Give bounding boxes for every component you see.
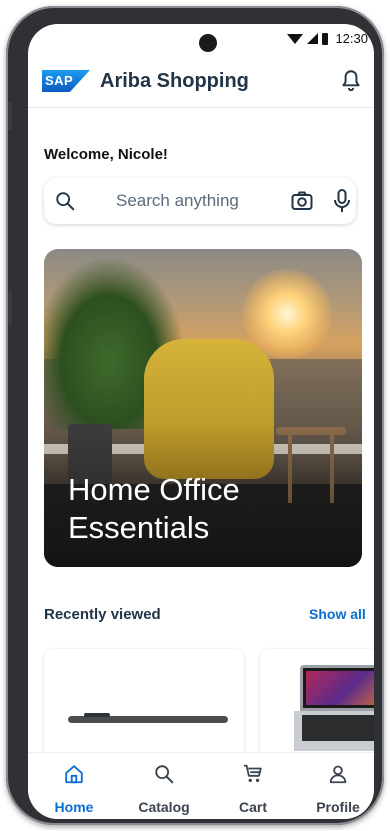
laptop-image	[300, 665, 374, 711]
recently-viewed-label: Recently viewed	[44, 606, 161, 623]
hero-title: Home Office Essentials	[68, 472, 240, 545]
cart-icon	[243, 764, 262, 783]
tab-home[interactable]: Home	[34, 763, 114, 815]
app-header: SAP Ariba Shopping	[28, 64, 374, 106]
tab-label: Catalog	[138, 799, 190, 815]
search-icon	[155, 765, 174, 784]
welcome-text: Welcome, Nicole!	[44, 146, 168, 163]
signal-icon	[307, 33, 319, 44]
battery-icon	[322, 32, 329, 45]
microphone-icon[interactable]	[330, 188, 354, 214]
tab-profile[interactable]: Profile	[298, 763, 374, 815]
wifi-icon	[287, 33, 304, 44]
search-icon	[56, 192, 75, 211]
show-all-link[interactable]: Show all	[309, 606, 366, 622]
status-time: 12:30	[335, 31, 368, 46]
laptop-keyboard	[302, 715, 374, 741]
tab-label: Cart	[238, 799, 267, 815]
status-icons: 12:30	[287, 31, 368, 46]
app-screen: 12:30 SAP Ariba Shopping Welcome, Nicole…	[28, 24, 374, 819]
search-placeholder[interactable]: Search anything	[116, 191, 239, 211]
sap-logo: SAP	[42, 70, 90, 92]
volume-button	[8, 102, 12, 130]
phone-frame: 12:30 SAP Ariba Shopping Welcome, Nicole…	[6, 6, 384, 825]
bell-icon[interactable]	[338, 68, 364, 94]
tab-catalog[interactable]: Catalog	[124, 763, 204, 815]
power-button	[8, 291, 12, 325]
product-card-laptop[interactable]	[260, 649, 374, 759]
app-title: Ariba Shopping	[100, 70, 249, 92]
bottom-navigation: Home Catalog Cart Profile	[28, 752, 374, 819]
tab-cart[interactable]: Cart	[213, 763, 293, 815]
product-card-pen[interactable]	[44, 649, 244, 759]
front-camera	[199, 34, 217, 52]
header-divider	[28, 107, 374, 108]
status-bar: 12:30	[28, 24, 374, 52]
search-bar[interactable]: Search anything	[44, 178, 356, 224]
tab-label: Profile	[316, 799, 360, 815]
pen-clip	[84, 713, 110, 717]
camera-icon[interactable]	[290, 189, 314, 213]
hero-banner[interactable]: Home Office Essentials	[44, 249, 362, 567]
pen-image	[68, 716, 228, 723]
tab-label: Home	[54, 799, 94, 815]
home-icon	[65, 765, 83, 784]
person-icon	[329, 765, 347, 784]
